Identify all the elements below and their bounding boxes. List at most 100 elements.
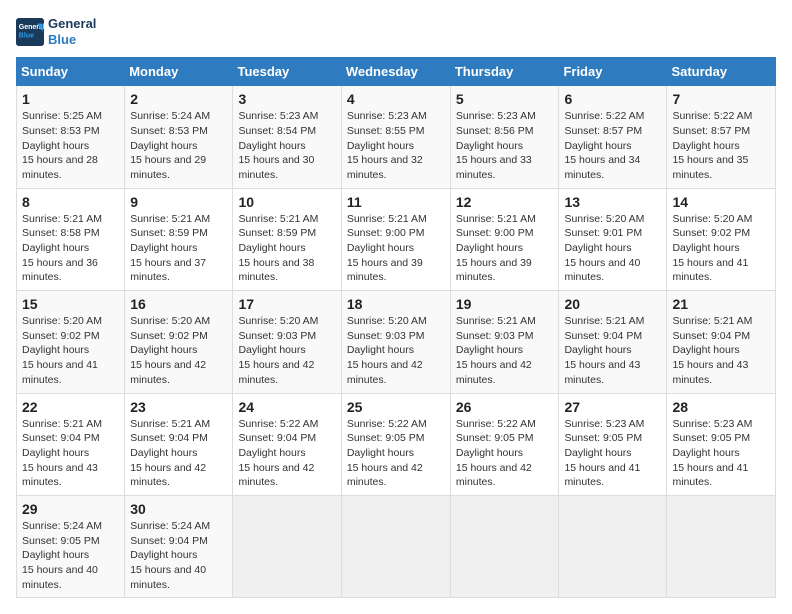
day-number: 13 [564,194,661,210]
weekday-header-wednesday: Wednesday [341,58,450,86]
day-number: 20 [564,296,661,312]
day-info: Sunrise: 5:23 AM Sunset: 8:54 PM Dayligh… [238,109,335,182]
day-info: Sunrise: 5:22 AM Sunset: 9:05 PM Dayligh… [347,417,445,490]
day-number: 9 [130,194,227,210]
day-number: 6 [564,91,661,107]
day-number: 16 [130,296,227,312]
day-info: Sunrise: 5:24 AM Sunset: 9:04 PM Dayligh… [130,519,227,592]
day-info: Sunrise: 5:20 AM Sunset: 9:03 PM Dayligh… [238,314,335,387]
day-number: 5 [456,91,554,107]
day-info: Sunrise: 5:23 AM Sunset: 9:05 PM Dayligh… [672,417,770,490]
day-info: Sunrise: 5:20 AM Sunset: 9:02 PM Dayligh… [22,314,119,387]
day-number: 17 [238,296,335,312]
calendar-cell: 5 Sunrise: 5:23 AM Sunset: 8:56 PM Dayli… [450,86,559,188]
day-info: Sunrise: 5:23 AM Sunset: 8:55 PM Dayligh… [347,109,445,182]
day-info: Sunrise: 5:22 AM Sunset: 9:04 PM Dayligh… [238,417,335,490]
calendar-week-1: 1 Sunrise: 5:25 AM Sunset: 8:53 PM Dayli… [17,86,776,188]
calendar-cell [559,495,667,597]
calendar-cell: 26 Sunrise: 5:22 AM Sunset: 9:05 PM Dayl… [450,393,559,495]
day-info: Sunrise: 5:21 AM Sunset: 8:59 PM Dayligh… [130,212,227,285]
calendar-table: SundayMondayTuesdayWednesdayThursdayFrid… [16,57,776,598]
day-info: Sunrise: 5:22 AM Sunset: 9:05 PM Dayligh… [456,417,554,490]
calendar-cell: 30 Sunrise: 5:24 AM Sunset: 9:04 PM Dayl… [125,495,233,597]
calendar-cell: 4 Sunrise: 5:23 AM Sunset: 8:55 PM Dayli… [341,86,450,188]
calendar-cell: 18 Sunrise: 5:20 AM Sunset: 9:03 PM Dayl… [341,291,450,393]
calendar-cell: 9 Sunrise: 5:21 AM Sunset: 8:59 PM Dayli… [125,188,233,290]
calendar-cell: 12 Sunrise: 5:21 AM Sunset: 9:00 PM Dayl… [450,188,559,290]
day-number: 19 [456,296,554,312]
calendar-cell: 11 Sunrise: 5:21 AM Sunset: 9:00 PM Dayl… [341,188,450,290]
day-info: Sunrise: 5:21 AM Sunset: 9:04 PM Dayligh… [130,417,227,490]
weekday-header-sunday: Sunday [17,58,125,86]
calendar-cell: 1 Sunrise: 5:25 AM Sunset: 8:53 PM Dayli… [17,86,125,188]
day-info: Sunrise: 5:20 AM Sunset: 9:02 PM Dayligh… [672,212,770,285]
day-number: 30 [130,501,227,517]
day-info: Sunrise: 5:23 AM Sunset: 9:05 PM Dayligh… [564,417,661,490]
calendar-week-3: 15 Sunrise: 5:20 AM Sunset: 9:02 PM Dayl… [17,291,776,393]
day-number: 2 [130,91,227,107]
day-number: 26 [456,399,554,415]
day-number: 10 [238,194,335,210]
calendar-cell: 16 Sunrise: 5:20 AM Sunset: 9:02 PM Dayl… [125,291,233,393]
calendar-cell: 22 Sunrise: 5:21 AM Sunset: 9:04 PM Dayl… [17,393,125,495]
day-number: 11 [347,194,445,210]
calendar-cell: 20 Sunrise: 5:21 AM Sunset: 9:04 PM Dayl… [559,291,667,393]
day-number: 8 [22,194,119,210]
day-number: 23 [130,399,227,415]
calendar-cell [450,495,559,597]
calendar-cell: 8 Sunrise: 5:21 AM Sunset: 8:58 PM Dayli… [17,188,125,290]
day-info: Sunrise: 5:22 AM Sunset: 8:57 PM Dayligh… [564,109,661,182]
calendar-cell: 27 Sunrise: 5:23 AM Sunset: 9:05 PM Dayl… [559,393,667,495]
weekday-header-tuesday: Tuesday [233,58,341,86]
calendar-cell: 6 Sunrise: 5:22 AM Sunset: 8:57 PM Dayli… [559,86,667,188]
calendar-cell: 14 Sunrise: 5:20 AM Sunset: 9:02 PM Dayl… [667,188,776,290]
day-number: 15 [22,296,119,312]
calendar-cell [233,495,341,597]
calendar-cell: 13 Sunrise: 5:20 AM Sunset: 9:01 PM Dayl… [559,188,667,290]
calendar-cell: 7 Sunrise: 5:22 AM Sunset: 8:57 PM Dayli… [667,86,776,188]
weekday-header-monday: Monday [125,58,233,86]
calendar-cell: 24 Sunrise: 5:22 AM Sunset: 9:04 PM Dayl… [233,393,341,495]
calendar-cell: 17 Sunrise: 5:20 AM Sunset: 9:03 PM Dayl… [233,291,341,393]
day-info: Sunrise: 5:25 AM Sunset: 8:53 PM Dayligh… [22,109,119,182]
calendar-header: SundayMondayTuesdayWednesdayThursdayFrid… [17,58,776,86]
logo-icon: General Blue [16,18,44,46]
day-number: 3 [238,91,335,107]
day-number: 12 [456,194,554,210]
page-header: General Blue General Blue [16,16,776,47]
day-info: Sunrise: 5:22 AM Sunset: 8:57 PM Dayligh… [672,109,770,182]
logo: General Blue General Blue [16,16,96,47]
calendar-cell: 15 Sunrise: 5:20 AM Sunset: 9:02 PM Dayl… [17,291,125,393]
weekday-header-friday: Friday [559,58,667,86]
calendar-cell: 23 Sunrise: 5:21 AM Sunset: 9:04 PM Dayl… [125,393,233,495]
day-number: 1 [22,91,119,107]
day-number: 25 [347,399,445,415]
calendar-cell: 10 Sunrise: 5:21 AM Sunset: 8:59 PM Dayl… [233,188,341,290]
day-info: Sunrise: 5:20 AM Sunset: 9:02 PM Dayligh… [130,314,227,387]
day-info: Sunrise: 5:21 AM Sunset: 9:03 PM Dayligh… [456,314,554,387]
calendar-cell: 29 Sunrise: 5:24 AM Sunset: 9:05 PM Dayl… [17,495,125,597]
day-number: 14 [672,194,770,210]
day-number: 24 [238,399,335,415]
day-number: 29 [22,501,119,517]
day-info: Sunrise: 5:21 AM Sunset: 9:04 PM Dayligh… [672,314,770,387]
day-number: 7 [672,91,770,107]
svg-text:Blue: Blue [19,32,34,39]
day-info: Sunrise: 5:21 AM Sunset: 9:04 PM Dayligh… [22,417,119,490]
day-info: Sunrise: 5:21 AM Sunset: 9:00 PM Dayligh… [456,212,554,285]
day-number: 22 [22,399,119,415]
weekday-header-saturday: Saturday [667,58,776,86]
day-number: 27 [564,399,661,415]
day-info: Sunrise: 5:24 AM Sunset: 8:53 PM Dayligh… [130,109,227,182]
calendar-cell: 19 Sunrise: 5:21 AM Sunset: 9:03 PM Dayl… [450,291,559,393]
calendar-cell: 21 Sunrise: 5:21 AM Sunset: 9:04 PM Dayl… [667,291,776,393]
weekday-header-thursday: Thursday [450,58,559,86]
calendar-cell: 2 Sunrise: 5:24 AM Sunset: 8:53 PM Dayli… [125,86,233,188]
day-info: Sunrise: 5:21 AM Sunset: 8:59 PM Dayligh… [238,212,335,285]
calendar-cell: 28 Sunrise: 5:23 AM Sunset: 9:05 PM Dayl… [667,393,776,495]
day-info: Sunrise: 5:21 AM Sunset: 8:58 PM Dayligh… [22,212,119,285]
day-info: Sunrise: 5:20 AM Sunset: 9:03 PM Dayligh… [347,314,445,387]
logo-text: General Blue [48,16,96,47]
day-info: Sunrise: 5:24 AM Sunset: 9:05 PM Dayligh… [22,519,119,592]
day-number: 18 [347,296,445,312]
